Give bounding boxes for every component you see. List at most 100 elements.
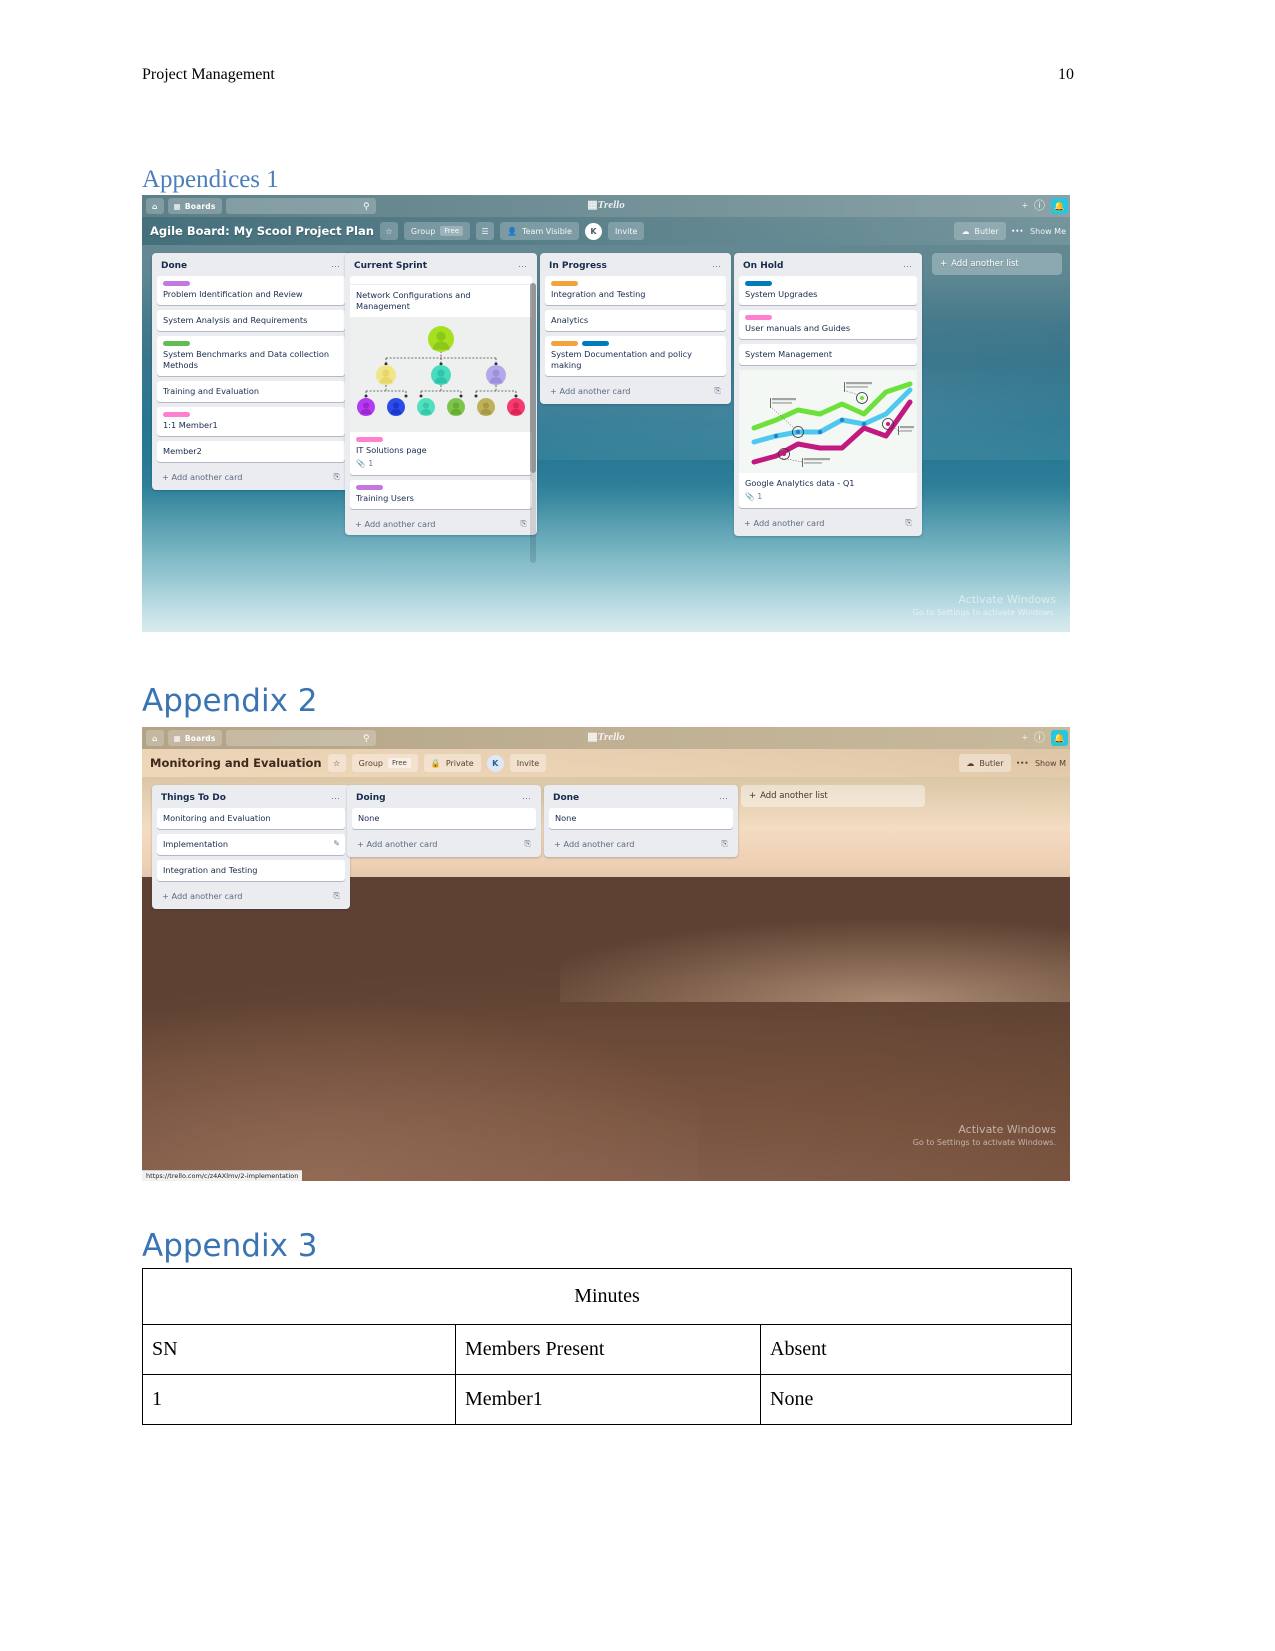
card[interactable]: Monitoring and Evaluation (157, 808, 345, 830)
bell-icon[interactable]: 🔔 (1051, 730, 1068, 746)
boards-button[interactable]: ▦ Boards (167, 198, 222, 214)
search-input[interactable]: ⚲ (225, 198, 376, 214)
card-template-icon[interactable]: ⎘ (721, 838, 728, 849)
info-icon[interactable]: ⓘ (1034, 732, 1045, 744)
list-menu-dots[interactable]: ⋯ (712, 262, 722, 271)
trello-screenshot-appendix-1: ⌂ ▦ Boards ⚲ ▦Trello + ⓘ 🔔 Agile Board: … (142, 195, 1070, 632)
card-with-image[interactable]: Google Analytics data - Q1 📎 1 (739, 370, 917, 509)
attachment-count: 1 (757, 492, 763, 502)
home-button[interactable]: ⌂ (146, 730, 164, 746)
invite-button[interactable]: Invite (607, 222, 645, 240)
card[interactable]: 1:1 Member1 (157, 407, 345, 437)
add-another-card-button[interactable]: + Add another card ⎘ (352, 834, 536, 853)
add-another-card-button[interactable]: + Add another card ⎘ (549, 834, 733, 853)
card-title: Google Analytics data - Q1 (745, 478, 855, 489)
card[interactable]: None (352, 808, 536, 830)
card-meta: 📎 1 (745, 492, 911, 502)
add-another-list-button[interactable]: + Add another list (932, 253, 1062, 275)
show-menu-label[interactable]: Show Me (1030, 227, 1066, 236)
show-menu-label[interactable]: Show M (1035, 759, 1066, 768)
analytics-chart-image (739, 370, 917, 474)
card[interactable]: Training Users (350, 480, 532, 510)
group-chip[interactable]: Group Free (351, 754, 418, 772)
card[interactable]: Problem Identification and Review (157, 276, 345, 306)
list-menu-dots[interactable]: ⋯ (331, 794, 341, 803)
add-card-label: Add another card (563, 838, 635, 849)
list-menu-dots[interactable]: ⋯ (518, 262, 528, 271)
card[interactable]: System Benchmarks and Data collection Me… (157, 336, 345, 377)
card[interactable]: System Analysis and Requirements (157, 310, 345, 332)
group-chip[interactable]: Group Free (403, 222, 471, 240)
card-with-image[interactable]: IT Solutions page 📎 1 (350, 317, 532, 476)
add-card-label: Add another card (171, 471, 243, 482)
add-another-card-button[interactable]: + Add another card ⎘ (157, 886, 345, 905)
avatar[interactable]: K (486, 754, 504, 772)
card[interactable]: System Documentation and policy making (545, 336, 726, 377)
card[interactable]: Implementation ✎ (157, 834, 345, 856)
card[interactable]: Network Configurations and Management (350, 285, 532, 318)
list-menu-dots[interactable]: ⋯ (522, 794, 532, 803)
card-template-icon[interactable]: ⎘ (520, 518, 527, 529)
plus-icon[interactable]: + (1022, 732, 1028, 744)
avatar[interactable]: K (584, 222, 602, 240)
visibility-chip[interactable]: 👤 Team Visible (500, 222, 579, 240)
card-template-icon[interactable]: ⎘ (333, 471, 340, 482)
list-header: Doing ⋯ (352, 790, 536, 808)
search-icon: ⚲ (362, 732, 370, 743)
invite-button[interactable]: Invite (509, 754, 547, 772)
star-icon[interactable]: ☆ (327, 754, 346, 772)
card-template-icon[interactable]: ⎘ (714, 385, 721, 396)
list-header: Done ⋯ (549, 790, 733, 808)
search-input[interactable]: ⚲ (225, 730, 376, 746)
info-icon[interactable]: ⓘ (1034, 200, 1045, 212)
attachment-count: 1 (368, 459, 374, 469)
butler-icon: ☁ (961, 226, 970, 236)
star-icon[interactable]: ☆ (379, 222, 398, 240)
bell-icon[interactable]: 🔔 (1051, 198, 1068, 214)
board-menu-dots[interactable]: ••• (1017, 758, 1029, 768)
add-another-card-button[interactable]: + Add another card ⎘ (157, 467, 345, 486)
heading-appendices-1: Appendices 1 (142, 166, 279, 193)
card[interactable]: Member2 (157, 441, 345, 463)
home-button[interactable]: ⌂ (146, 198, 164, 214)
card[interactable]: None (549, 808, 733, 830)
boards-button[interactable]: ▦ Boards (167, 730, 222, 746)
card[interactable]: User manuals and Guides (739, 310, 917, 340)
card-template-icon[interactable]: ⎘ (333, 890, 340, 901)
visibility-label: Private (445, 758, 474, 768)
list-scrollbar[interactable] (530, 283, 536, 563)
card[interactable]: Training and Evaluation (157, 381, 345, 403)
card-template-icon[interactable]: ⎘ (524, 838, 531, 849)
edit-card-icon[interactable]: ✎ (333, 839, 340, 850)
board-background-foam (142, 495, 1070, 632)
list-menu-dots[interactable]: ⋯ (903, 262, 913, 271)
add-another-list-button[interactable]: + Add another list (741, 785, 925, 807)
plus-icon[interactable]: + (1022, 200, 1028, 212)
add-another-card-button[interactable]: + Add another card ⎘ (350, 514, 532, 533)
board-bar-right: ☁ Butler ••• Show M (959, 754, 1066, 772)
butler-button[interactable]: ☁ Butler (954, 222, 1006, 240)
butler-button[interactable]: ☁ Butler (959, 754, 1011, 772)
plus-icon: + (554, 838, 561, 849)
add-another-card-button[interactable]: + Add another card ⎘ (739, 513, 917, 532)
card[interactable]: System Management (739, 344, 917, 366)
list-title: Things To Do (161, 793, 226, 803)
card-template-icon[interactable]: ⎘ (905, 517, 912, 528)
visibility-chip[interactable]: 🔒 Private (423, 754, 481, 772)
card-labels (356, 437, 526, 443)
list-menu-dots[interactable]: ⋯ (719, 794, 729, 803)
trello-screenshot-appendix-2: ⌂ ▦ Boards ⚲ ▦Trello + ⓘ 🔔 Monitoring an… (142, 727, 1070, 1181)
board-menu-dots[interactable]: ••• (1012, 226, 1024, 236)
page-number: 10 (1058, 66, 1074, 83)
card[interactable]: Integration and Testing (545, 276, 726, 306)
list-view-icon[interactable]: ☰ (476, 222, 495, 240)
list-things-to-do: Things To Do ⋯ Monitoring and Evaluation… (152, 785, 350, 910)
list-done: Done ⋯ None + Add another card ⎘ (544, 785, 738, 858)
card[interactable]: System Upgrades (739, 276, 917, 306)
org-chart-svg (357, 326, 525, 417)
card[interactable]: Analytics (545, 310, 726, 332)
add-another-card-button[interactable]: + Add another card ⎘ (545, 381, 726, 400)
list-menu-dots[interactable]: ⋯ (331, 262, 341, 271)
card[interactable]: Integration and Testing (157, 860, 345, 882)
plus-icon: + (355, 518, 362, 529)
